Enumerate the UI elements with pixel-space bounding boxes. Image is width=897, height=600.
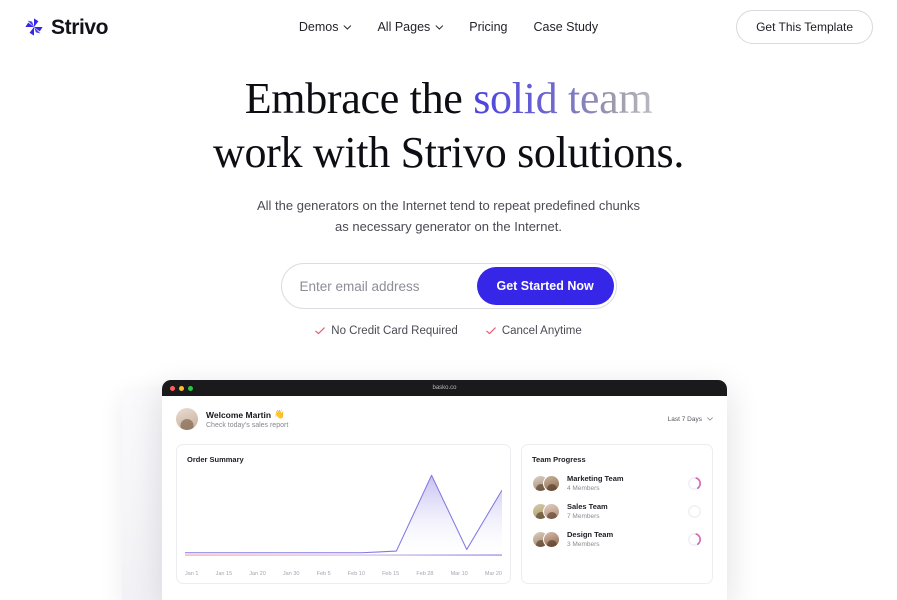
team-name: Design Team	[567, 530, 614, 539]
nav-item-demos[interactable]: Demos	[299, 20, 352, 34]
order-summary-chart	[185, 469, 502, 557]
nav-item-pricing-label: Pricing	[469, 20, 508, 34]
dashboard-panels: Order Summary Jan 1 Jan 15 Jan 20 Jan 30…	[176, 444, 713, 584]
maximize-window-icon[interactable]	[188, 385, 193, 391]
brand-logo[interactable]: Strivo	[24, 15, 109, 39]
browser-url: basko.co	[432, 385, 457, 391]
x-tick: Feb 28	[416, 571, 434, 577]
progress-ring-icon	[687, 504, 702, 518]
list-item[interactable]: Marketing Team 4 Members	[532, 474, 702, 492]
progress-ring-icon	[687, 476, 702, 490]
date-range-label: Last 7 Days	[667, 415, 702, 423]
x-tick: Feb 10	[347, 571, 365, 577]
progress-ring-icon	[687, 532, 702, 546]
team-progress-card: Team Progress Marketing Team 4 Members S…	[521, 444, 713, 584]
pinwheel-logo-icon	[25, 18, 43, 36]
x-tick: Jan 30	[282, 571, 300, 577]
nav-item-case-study-label: Case Study	[533, 20, 599, 34]
headline-line-1: Embrace the solid team	[245, 74, 653, 123]
brand-name: Strivo	[51, 15, 109, 39]
avatar	[543, 502, 560, 520]
team-meta: Sales Team 7 Members	[567, 502, 680, 520]
greeting-text: Welcome Martin	[206, 409, 272, 420]
assurance-no-credit-card: No Credit Card Required	[315, 325, 458, 337]
email-input[interactable]	[299, 264, 477, 309]
team-avatar-group	[532, 530, 560, 548]
dashboard-header: Welcome Martin 👋 Check today's sales rep…	[176, 408, 713, 430]
chevron-down-icon	[707, 417, 713, 421]
order-summary-title: Order Summary	[187, 455, 244, 464]
hero-subtitle-line-2: as necessary generator on the Internet.	[335, 219, 562, 235]
avatar	[543, 474, 560, 492]
nav-item-all-pages[interactable]: All Pages	[377, 20, 444, 34]
assurance-cancel-anytime-label: Cancel Anytime	[501, 325, 582, 338]
chevron-down-icon	[435, 24, 444, 30]
check-icon	[315, 327, 326, 335]
team-name: Sales Team	[567, 502, 608, 511]
window-controls	[170, 385, 193, 391]
x-tick: Jan 1	[185, 571, 199, 577]
area-chart-svg	[185, 474, 502, 556]
headline-line-2: work with Strivo solutions.	[212, 127, 685, 177]
team-members-count: 4 Members	[567, 485, 600, 492]
chart-x-axis: Jan 1 Jan 15 Jan 20 Jan 30 Feb 5 Feb 10 …	[185, 571, 502, 577]
x-tick: Feb 5	[316, 571, 331, 577]
nav-item-case-study[interactable]: Case Study	[534, 20, 599, 34]
nav-links: Demos All Pages Pricing Case Study	[299, 20, 598, 34]
signup-form-wrapper: Get Started Now	[0, 263, 897, 310]
x-tick: Feb 15	[382, 571, 400, 577]
top-navigation-bar: Strivo Demos All Pages Pricing Case Stud…	[0, 0, 897, 54]
hero-section: Embrace the solid team work with Strivo …	[0, 72, 897, 337]
nav-item-demos-label: Demos	[298, 20, 339, 34]
list-item[interactable]: Sales Team 7 Members	[532, 502, 702, 520]
team-meta: Marketing Team 4 Members	[567, 474, 680, 492]
browser-window-mockup: basko.co Welcome Martin 👋 Check today's …	[162, 380, 727, 600]
assurances-list: No Credit Card Required Cancel Anytime	[0, 325, 897, 337]
dashboard-preview: basko.co Welcome Martin 👋 Check today's …	[0, 372, 897, 600]
close-window-icon[interactable]	[170, 385, 175, 391]
team-meta: Design Team 3 Members	[567, 530, 680, 548]
waving-hand-icon: 👋	[274, 409, 285, 419]
greeting-subtitle: Check today's sales report	[206, 422, 289, 429]
team-avatar-group	[532, 502, 560, 520]
get-started-now-button[interactable]: Get Started Now	[476, 267, 614, 306]
user-greeting: Welcome Martin 👋 Check today's sales rep…	[176, 408, 288, 430]
get-this-template-button[interactable]: Get This Template	[736, 10, 873, 44]
team-progress-title: Team Progress	[532, 455, 586, 464]
hero-subtitle: All the generators on the Internet tend …	[0, 195, 897, 237]
browser-titlebar: basko.co	[162, 380, 727, 396]
nav-item-pricing[interactable]: Pricing	[469, 20, 507, 34]
chevron-down-icon	[343, 24, 352, 30]
nav-item-all-pages-label: All Pages	[377, 20, 431, 34]
team-name: Marketing Team	[567, 474, 624, 483]
headline-plain-text: Embrace the	[244, 74, 474, 123]
landing-page: Strivo Demos All Pages Pricing Case Stud…	[0, 0, 897, 600]
dashboard-app-body: Welcome Martin 👋 Check today's sales rep…	[162, 396, 727, 600]
avatar	[176, 408, 198, 430]
list-item[interactable]: Design Team 3 Members	[532, 530, 702, 548]
minimize-window-icon[interactable]	[179, 385, 184, 391]
hero-subtitle-line-1: All the generators on the Internet tend …	[256, 198, 641, 214]
headline-accent-text: solid team	[473, 74, 653, 123]
team-avatar-group	[532, 474, 560, 492]
x-tick: Jan 15	[215, 571, 233, 577]
signup-form: Get Started Now	[280, 263, 617, 310]
assurance-no-credit-card-label: No Credit Card Required	[331, 325, 458, 338]
date-range-selector[interactable]: Last 7 Days	[668, 416, 713, 423]
x-tick: Mar 10	[450, 571, 468, 577]
x-tick: Jan 20	[249, 571, 266, 577]
assurance-cancel-anytime: Cancel Anytime	[486, 325, 582, 337]
team-members-count: 7 Members	[567, 513, 600, 520]
page-title: Embrace the solid team work with Strivo …	[0, 72, 897, 179]
x-tick: Mar 20	[484, 571, 502, 577]
team-members-count: 3 Members	[567, 541, 600, 548]
order-summary-card: Order Summary Jan 1 Jan 15 Jan 20 Jan 30…	[176, 444, 511, 584]
check-icon	[486, 327, 496, 335]
avatar	[543, 530, 560, 548]
greeting-title: Welcome Martin 👋	[206, 409, 288, 420]
